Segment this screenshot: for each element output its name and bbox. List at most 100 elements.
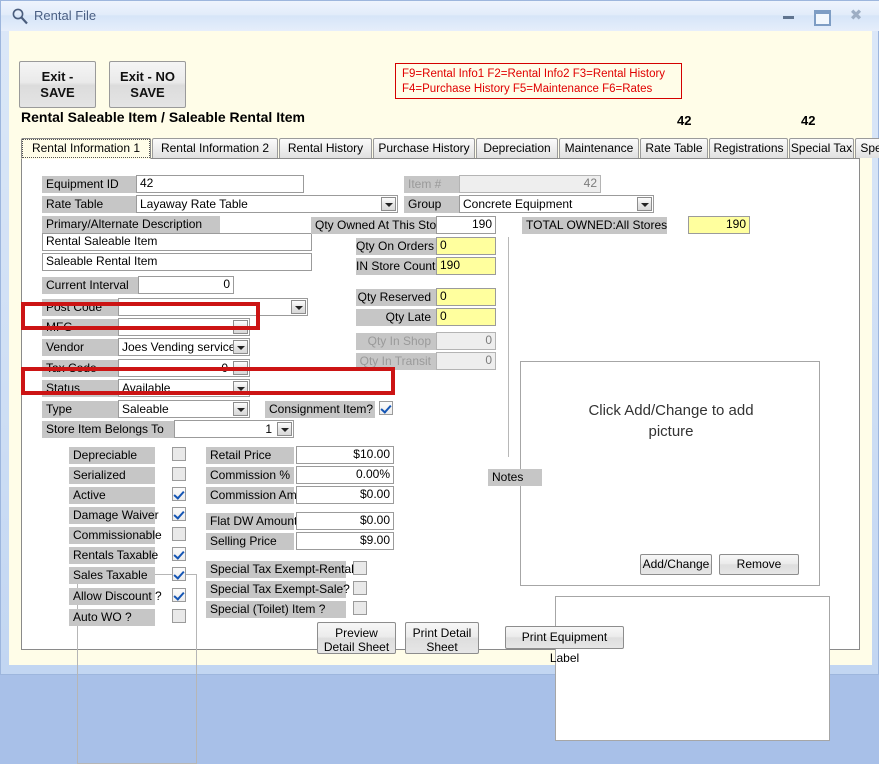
preview-detail-sheet-button[interactable]: Preview Detail Sheet: [317, 622, 396, 654]
tab-registrations[interactable]: Registrations: [709, 138, 788, 158]
chevron-down-icon[interactable]: [637, 197, 652, 211]
flag-label-rentals-taxable: Rentals Taxable: [69, 547, 158, 564]
exit-no-save-line2: SAVE: [130, 85, 165, 100]
commission-percent-input[interactable]: 0.00%: [296, 466, 394, 484]
equipment-id-input[interactable]: 42: [136, 175, 304, 193]
tab-purchase-history[interactable]: Purchase History: [373, 138, 475, 158]
total-owned-value: 190: [688, 216, 750, 234]
tax-code-value: 0: [221, 361, 228, 375]
vendor-combo[interactable]: Joes Vending service: [118, 338, 250, 356]
print-equipment-label-button[interactable]: Print Equipment Label: [505, 626, 624, 665]
chevron-down-icon[interactable]: [233, 340, 248, 354]
post-code-combo[interactable]: [118, 298, 308, 316]
chevron-down-icon[interactable]: [233, 381, 248, 395]
chevron-down-icon[interactable]: [381, 197, 396, 211]
mfg-label: MFG: [42, 319, 118, 336]
exit-no-save-button[interactable]: Exit - NO SAVE: [109, 61, 186, 108]
chevron-down-icon[interactable]: [233, 320, 248, 334]
magnifier-icon: [12, 8, 28, 25]
header-number-right: 42: [801, 113, 816, 128]
qty-late-input[interactable]: 0: [436, 308, 496, 326]
flag-checkbox-serialized[interactable]: [172, 467, 186, 481]
tab-maintenance[interactable]: Maintenance: [559, 138, 639, 158]
special-tax-exempt-rental-checkbox[interactable]: [353, 561, 367, 575]
status-combo[interactable]: Available: [118, 379, 250, 397]
commission-amount-input[interactable]: $0.00: [296, 486, 394, 504]
group-label: Group: [404, 196, 459, 213]
rate-table-label: Rate Table: [42, 196, 148, 213]
current-interval-input[interactable]: 0: [138, 276, 234, 294]
flag-checkbox-commissionable[interactable]: [172, 527, 186, 541]
alternate-description-input[interactable]: Saleable Rental Item: [42, 253, 312, 271]
store-belongs-to-combo[interactable]: 1: [174, 420, 294, 438]
status-label: Status: [42, 380, 118, 397]
status-value: Available: [122, 381, 171, 395]
qty-owned-input[interactable]: 190: [436, 216, 496, 234]
fkey-line-1: F9=Rental Info1 F2=Rental Info2 F3=Renta…: [402, 68, 666, 80]
consignment-item-checkbox[interactable]: [379, 401, 393, 415]
close-button[interactable]: ✖: [840, 5, 872, 25]
column-divider: [508, 237, 509, 457]
client-area: Exit - SAVE Exit - NO SAVE F9=Rental Inf…: [9, 31, 879, 764]
flag-checkbox-sales-taxable[interactable]: [172, 567, 186, 581]
in-store-count-input[interactable]: 190: [436, 257, 496, 275]
print-detail-sheet-line2: Sheet: [426, 640, 458, 654]
in-store-count-label: IN Store Count: [356, 258, 436, 275]
primary-description-input[interactable]: Rental Saleable Item: [42, 233, 312, 251]
flag-checkbox-depreciable[interactable]: [172, 447, 186, 461]
flag-checkbox-rentals-taxable[interactable]: [172, 547, 186, 561]
chevron-down-icon[interactable]: [233, 361, 248, 375]
chevron-down-icon[interactable]: [233, 402, 248, 416]
store-belongs-to-label: Store Item Belongs To: [42, 421, 174, 438]
rate-table-combo[interactable]: Layaway Rate Table: [136, 195, 398, 213]
print-detail-sheet-line1: Print Detail: [412, 626, 472, 640]
tab-depreciation[interactable]: Depreciation: [476, 138, 558, 158]
qty-in-transit-value: 0: [436, 352, 496, 370]
maximize-button[interactable]: [806, 5, 838, 26]
special-toilet-item-label: Special (Toilet) Item ?: [206, 601, 346, 618]
special-toilet-item-checkbox[interactable]: [353, 601, 367, 615]
picture-hint: Click Add/Change to add picture: [521, 400, 821, 442]
selling-price-input[interactable]: $9.00: [296, 532, 394, 550]
close-icon: ✖: [849, 6, 863, 24]
flag-checkbox-active[interactable]: [172, 487, 186, 501]
picture-hint-line-2: picture: [648, 423, 694, 440]
qty-reserved-input[interactable]: 0: [436, 288, 496, 306]
chevron-down-icon[interactable]: [291, 300, 306, 314]
flag-label-commissionable: Commissionable: [69, 527, 162, 544]
qty-on-orders-input[interactable]: 0: [436, 237, 496, 255]
retail-price-input[interactable]: $10.00: [296, 446, 394, 464]
special-tax-exempt-sale-checkbox[interactable]: [353, 581, 367, 595]
chevron-down-icon[interactable]: [277, 422, 292, 436]
minimize-button[interactable]: [772, 5, 804, 25]
type-combo[interactable]: Saleable: [118, 400, 250, 418]
retail-price-label: Retail Price: [206, 447, 294, 464]
selling-price-label: Selling Price: [206, 533, 294, 550]
flag-checkbox-damage-waiver[interactable]: [172, 507, 186, 521]
flag-checkbox-auto-wo[interactable]: [172, 609, 186, 623]
item-number-value: 42: [459, 175, 601, 193]
store-belongs-to-value: 1: [265, 422, 272, 436]
flat-dw-amount-input[interactable]: $0.00: [296, 512, 394, 530]
flag-label-sales-taxable: Sales Taxable: [69, 567, 155, 584]
tax-code-combo[interactable]: 0: [118, 359, 250, 377]
add-change-picture-button[interactable]: Add/Change: [640, 554, 712, 575]
tab-rental-information-1[interactable]: Rental Information 1: [21, 138, 151, 159]
remove-picture-button[interactable]: Remove: [719, 554, 799, 575]
flag-checkbox-allow-discount[interactable]: [172, 588, 186, 602]
print-detail-sheet-button[interactable]: Print Detail Sheet: [405, 622, 479, 654]
flag-label-depreciable: Depreciable: [69, 447, 155, 464]
rate-table-value: Layaway Rate Table: [140, 197, 248, 211]
tab-rental-information-2[interactable]: Rental Information 2: [152, 138, 278, 158]
group-combo[interactable]: Concrete Equipment: [459, 195, 654, 213]
mfg-combo[interactable]: [118, 318, 250, 336]
tab-special-tax[interactable]: Special Tax: [789, 138, 854, 158]
preview-detail-sheet-line1: Preview: [335, 626, 378, 640]
tab-specs[interactable]: Specs: [855, 138, 879, 158]
exit-save-button[interactable]: Exit - SAVE: [19, 61, 96, 108]
tab-rate-table[interactable]: Rate Table: [640, 138, 708, 158]
function-key-legend: F9=Rental Info1 F2=Rental Info2 F3=Renta…: [395, 63, 682, 99]
tab-rental-history[interactable]: Rental History: [279, 138, 372, 158]
vendor-value: Joes Vending service: [122, 340, 236, 354]
notes-textarea[interactable]: [555, 596, 830, 741]
